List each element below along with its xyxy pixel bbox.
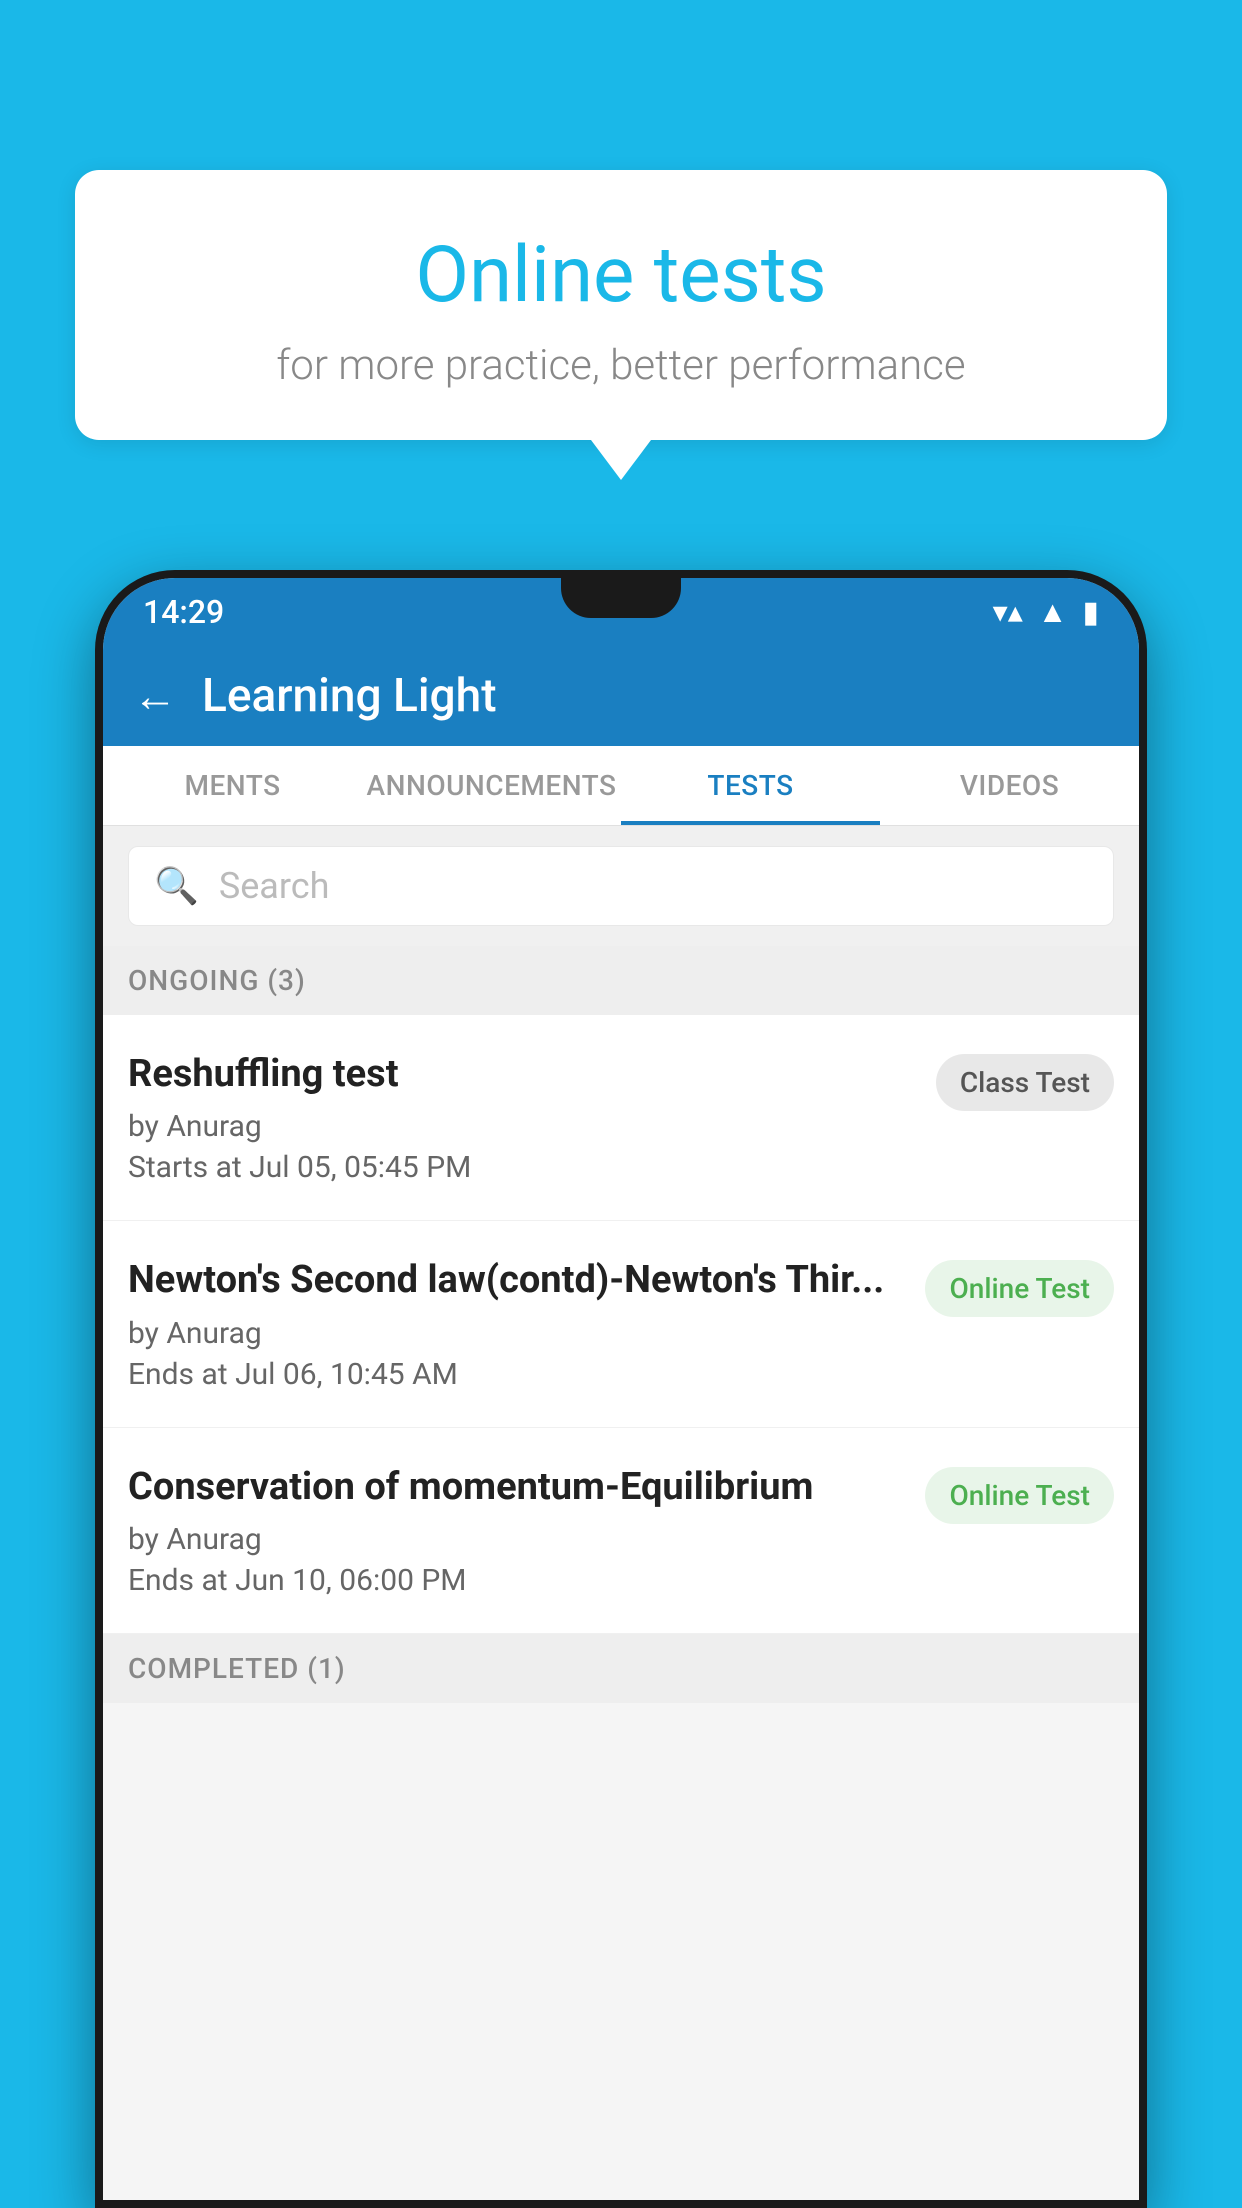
test-title: Reshuffling test [128, 1050, 916, 1099]
test-author: by Anurag [128, 1109, 916, 1144]
test-item[interactable]: Reshuffling test by Anurag Starts at Jul… [103, 1015, 1139, 1221]
test-author: by Anurag [128, 1522, 905, 1557]
test-info: Newton's Second law(contd)-Newton's Thir… [128, 1256, 905, 1391]
signal-icon: ▲ [1038, 595, 1068, 630]
search-input[interactable]: Search [219, 865, 330, 907]
test-list: Reshuffling test by Anurag Starts at Jul… [103, 1015, 1139, 1634]
tab-videos[interactable]: VIDEOS [880, 746, 1139, 825]
test-title: Conservation of momentum-Equilibrium [128, 1463, 905, 1512]
battery-icon: ▮ [1082, 595, 1099, 630]
test-author: by Anurag [128, 1316, 905, 1351]
test-date: Ends at Jun 10, 06:00 PM [128, 1563, 905, 1598]
speech-bubble: Online tests for more practice, better p… [75, 170, 1167, 440]
speech-bubble-subtitle: for more practice, better performance [125, 341, 1117, 390]
tab-announcements[interactable]: ANNOUNCEMENTS [362, 746, 621, 825]
test-title: Newton's Second law(contd)-Newton's Thir… [128, 1256, 905, 1305]
test-item[interactable]: Conservation of momentum-Equilibrium by … [103, 1428, 1139, 1634]
test-date: Ends at Jul 06, 10:45 AM [128, 1357, 905, 1392]
phone-inner: 14:29 ▾▴ ▲ ▮ ← Learning Light MENTS ANNO… [103, 578, 1139, 2200]
test-badge-online: Online Test [925, 1467, 1114, 1524]
search-bar[interactable]: 🔍 Search [128, 846, 1114, 926]
test-date: Starts at Jul 05, 05:45 PM [128, 1150, 916, 1185]
completed-section-header: COMPLETED (1) [103, 1634, 1139, 1703]
phone-container: 14:29 ▾▴ ▲ ▮ ← Learning Light MENTS ANNO… [95, 570, 1147, 2208]
search-container: 🔍 Search [103, 826, 1139, 946]
app-bar-title: Learning Light [202, 669, 497, 723]
phone-notch [561, 578, 681, 618]
test-info: Reshuffling test by Anurag Starts at Jul… [128, 1050, 916, 1185]
tab-ments[interactable]: MENTS [103, 746, 362, 825]
tab-tests[interactable]: TESTS [621, 746, 880, 825]
back-button[interactable]: ← [133, 670, 177, 722]
status-time: 14:29 [143, 593, 224, 631]
test-badge-class: Class Test [936, 1054, 1114, 1111]
test-info: Conservation of momentum-Equilibrium by … [128, 1463, 905, 1598]
ongoing-section-header: ONGOING (3) [103, 946, 1139, 1015]
test-badge-online: Online Test [925, 1260, 1114, 1317]
speech-bubble-title: Online tests [125, 230, 1117, 321]
wifi-icon: ▾▴ [993, 595, 1023, 630]
search-icon: 🔍 [154, 865, 199, 907]
tabs-container: MENTS ANNOUNCEMENTS TESTS VIDEOS [103, 746, 1139, 826]
test-item[interactable]: Newton's Second law(contd)-Newton's Thir… [103, 1221, 1139, 1427]
app-bar: ← Learning Light [103, 646, 1139, 746]
status-icons: ▾▴ ▲ ▮ [993, 595, 1099, 630]
